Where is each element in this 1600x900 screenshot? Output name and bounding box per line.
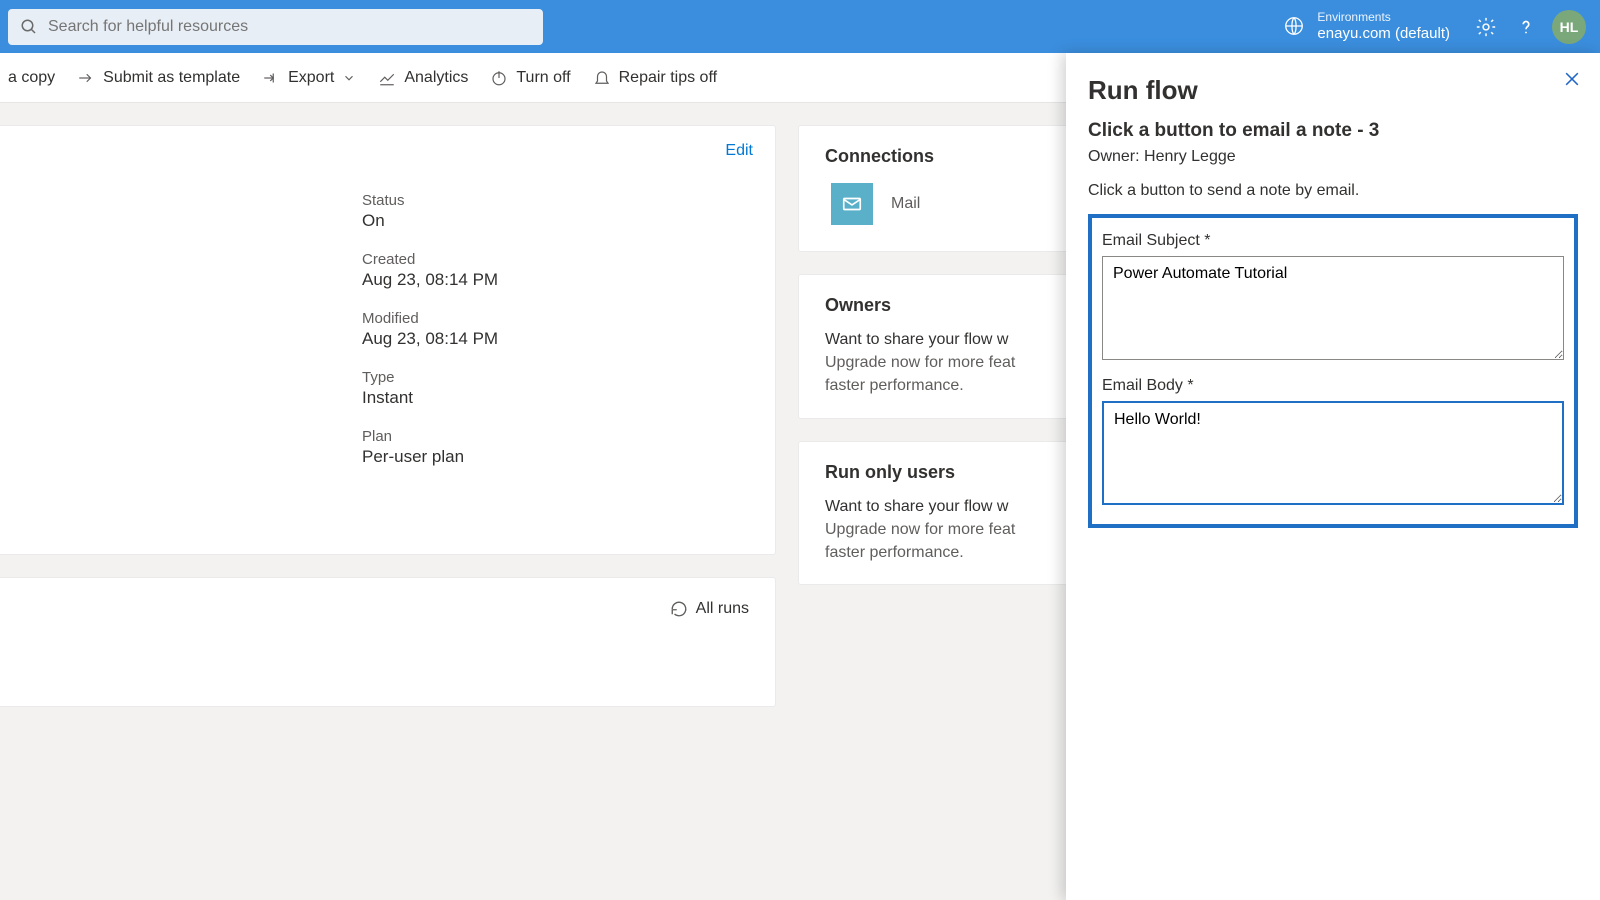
all-runs-label: All runs [696, 600, 749, 618]
edit-link[interactable]: Edit [725, 142, 753, 160]
environment-label: Environments [1317, 10, 1450, 24]
environment-icon [1283, 15, 1305, 37]
status-value: On [362, 211, 498, 231]
mail-icon [831, 183, 873, 225]
repair-tips-label: Repair tips off [619, 69, 717, 87]
search-icon [20, 18, 38, 36]
plan-label: Plan [362, 428, 498, 445]
type-value: Instant [362, 388, 498, 408]
panel-description: Click a button to send a note by email. [1088, 182, 1578, 200]
export-button[interactable]: Export [260, 65, 358, 91]
turn-off-label: Turn off [516, 69, 570, 87]
analytics-label: Analytics [404, 69, 468, 87]
search-input[interactable] [48, 18, 531, 36]
panel-flow-name: Click a button to email a note - 3 [1088, 120, 1578, 142]
email-body-input[interactable] [1102, 401, 1564, 505]
email-body-label: Email Body * [1102, 377, 1564, 395]
plan-value: Per-user plan [362, 447, 498, 467]
refresh-icon [670, 600, 688, 618]
modified-value: Aug 23, 08:14 PM [362, 329, 498, 349]
copy-button[interactable]: a copy [6, 65, 57, 91]
email-subject-input[interactable] [1102, 256, 1564, 360]
gear-icon [1475, 16, 1497, 38]
status-label: Status [362, 192, 498, 209]
submit-template-button[interactable]: Submit as template [75, 65, 242, 91]
panel-inputs-highlight: Email Subject * Email Body * [1088, 214, 1578, 528]
run-flow-panel: Run flow Click a button to email a note … [1066, 53, 1600, 900]
environment-picker[interactable]: Environments enayu.com (default) [1283, 10, 1450, 42]
export-icon [262, 69, 280, 87]
turn-off-button[interactable]: Turn off [488, 65, 572, 91]
help-icon [1515, 16, 1537, 38]
bell-icon [593, 69, 611, 87]
email-subject-label: Email Subject * [1102, 232, 1564, 250]
analytics-icon [378, 69, 396, 87]
created-label: Created [362, 251, 498, 268]
environment-value: enayu.com (default) [1317, 25, 1450, 43]
submit-icon [77, 69, 95, 87]
repair-tips-button[interactable]: Repair tips off [591, 65, 719, 91]
panel-title: Run flow [1088, 75, 1578, 106]
settings-button[interactable] [1466, 7, 1506, 47]
modified-label: Modified [362, 310, 498, 327]
panel-owner: Owner: Henry Legge [1088, 148, 1578, 166]
runs-card: All runs [0, 577, 776, 707]
connection-name: Mail [891, 195, 920, 213]
close-button[interactable] [1562, 69, 1582, 94]
power-icon [490, 69, 508, 87]
all-runs-link[interactable]: All runs [670, 600, 749, 618]
close-icon [1562, 69, 1582, 89]
created-value: Aug 23, 08:14 PM [362, 270, 498, 290]
type-label: Type [362, 369, 498, 386]
copy-label: a copy [8, 69, 55, 87]
export-label: Export [288, 69, 334, 87]
avatar[interactable]: HL [1552, 10, 1586, 44]
search-box[interactable] [8, 9, 543, 45]
app-header: Environments enayu.com (default) HL [0, 0, 1600, 53]
submit-label: Submit as template [103, 69, 240, 87]
details-card: Edit Status On Created Aug 23, 08:14 PM Mo… [0, 125, 776, 555]
chevron-down-icon [342, 71, 356, 85]
help-button[interactable] [1506, 7, 1546, 47]
analytics-button[interactable]: Analytics [376, 65, 470, 91]
